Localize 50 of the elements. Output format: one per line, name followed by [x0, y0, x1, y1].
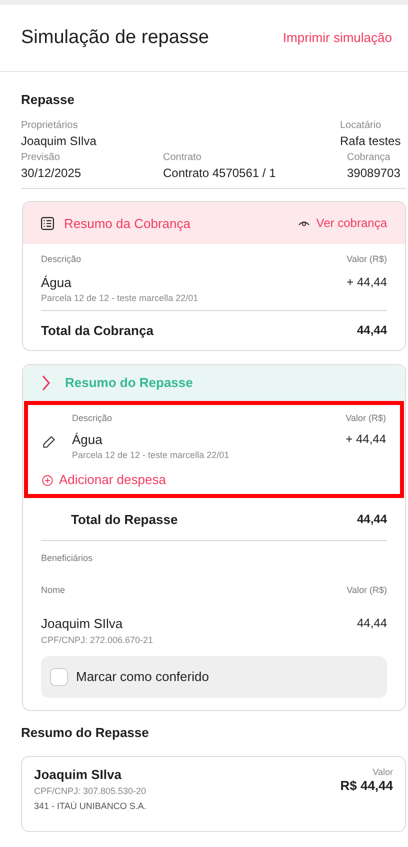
field-label: Previsão [21, 152, 60, 164]
item-detail: Parcela 12 de 12 - teste marcella 22/01 [41, 292, 198, 304]
view-charge-link[interactable]: Ver cobrança [298, 216, 387, 231]
column-header: Valor (R$) [346, 254, 387, 266]
beneficiary-document: CPF/CNPJ: 307.805.530-20 [34, 786, 146, 796]
section-title: Repasse [21, 92, 74, 108]
list-icon [41, 216, 54, 230]
chevron-icon[interactable] [41, 375, 51, 392]
column-header: Nome [41, 585, 66, 596]
item-detail: Parcela 12 de 12 - teste marcella 22/01 [72, 450, 230, 460]
eye-icon [298, 219, 310, 228]
field-label: Locatário [340, 120, 382, 132]
field-value: Rafa testes [340, 134, 401, 148]
bank-name: 341 - ITAÚ UNIBANCO S.A. [34, 800, 146, 812]
page-title: Simulação de repasse [21, 26, 209, 50]
beneficiary-document: CPF/CNPJ: 272.006.670-21 [41, 634, 154, 646]
total-label: Total do Repasse [71, 512, 178, 528]
card-title: Resumo da Cobrança [64, 216, 190, 232]
beneficiary-name: Joaquim SIlva [41, 616, 123, 632]
confirm-checkbox-row[interactable]: Marcar como conferido [41, 656, 387, 698]
beneficiaries-label: Beneficiários [41, 552, 93, 564]
add-expense-button[interactable]: Adicionar despesa [42, 472, 166, 488]
field-value: Contrato 4570561 / 1 [163, 166, 276, 180]
column-header: Valor (R$) [346, 413, 386, 424]
item-name: Água [72, 432, 102, 448]
card-title: Resumo do Repasse [65, 375, 193, 391]
item-value: + 44,44 [346, 432, 386, 448]
field-label: Contrato [163, 152, 202, 164]
total-value: 44,44 [356, 322, 387, 338]
beneficiary-amount: R$ 44,44 [340, 778, 393, 794]
field-value: 30/12/2025 [21, 166, 82, 180]
print-link[interactable]: Imprimir simulação [282, 30, 392, 46]
column-header: Valor (R$) [346, 585, 387, 596]
item-value: + 44,44 [346, 275, 387, 291]
plus-circle-icon [42, 474, 53, 486]
value-label: Valor [372, 767, 393, 778]
field-label: Cobrança [347, 152, 390, 164]
column-header: Descrição [72, 413, 112, 424]
total-value: 44,44 [356, 512, 387, 528]
column-header: Descrição [41, 254, 82, 266]
pencil-icon[interactable] [42, 434, 56, 449]
beneficiary-name: Joaquim SIlva [34, 767, 122, 783]
section-title: Resumo do Repasse [21, 724, 149, 740]
beneficiary-value: 44,44 [356, 616, 387, 632]
field-label: Proprietários [21, 120, 78, 132]
field-value: Joaquim SIlva [21, 134, 96, 148]
item-name: Água [41, 275, 72, 291]
checkbox[interactable] [50, 668, 68, 686]
total-label: Total da Cobrança [41, 322, 154, 338]
field-value: 39089703 [347, 166, 400, 180]
